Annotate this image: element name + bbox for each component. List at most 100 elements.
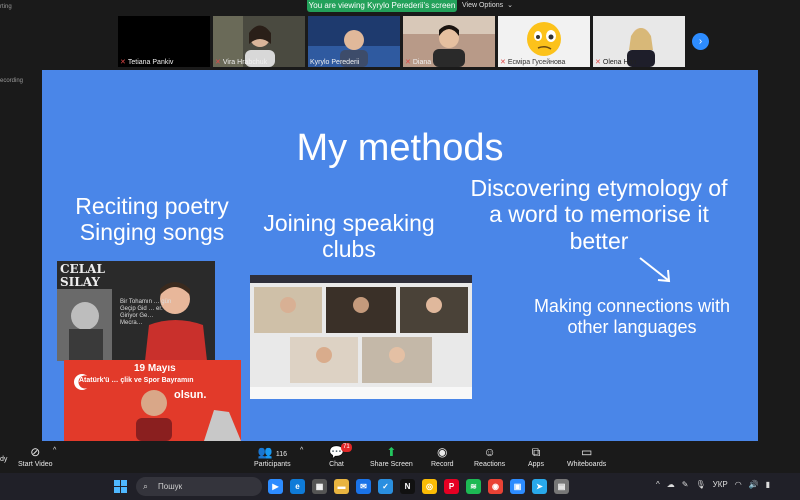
system-tray: ^ ☁ ✎ 🎙 УКР ◠ 🔊 ▮ — [656, 480, 770, 489]
method-speaking-clubs: Joining speaking clubs — [263, 210, 435, 263]
record-button[interactable]: ◉ Record — [431, 445, 454, 468]
holiday-tail: olsun. — [174, 389, 207, 401]
cloud-icon[interactable]: ☁ — [667, 480, 675, 489]
apps-button[interactable]: ⧉ Apps — [528, 445, 544, 468]
chevron-down-icon: ⌄ — [507, 2, 513, 9]
chat-label: Chat — [329, 461, 344, 468]
next-participants-button[interactable]: › — [692, 33, 709, 50]
pen-icon[interactable]: ✎ — [682, 480, 689, 489]
participants-icon: 👥 — [257, 445, 273, 459]
meeting-controls: dy ⊘ Start Video ^ 👥 116 Participants ^ … — [0, 441, 800, 473]
windows-start-icon[interactable] — [114, 480, 127, 493]
holiday-date: 19 Mayıs — [134, 363, 176, 374]
video-off-icon: ⊘ — [30, 445, 41, 459]
folder-app-icon[interactable]: ▬ — [334, 479, 349, 494]
pinterest-app-icon[interactable]: P — [444, 479, 459, 494]
participant-strip: ✕ Tetiana Pankiv ✕ Vira Hrabchuk Kyrylo Pe… — [118, 16, 685, 67]
mic-muted-icon: ✕ — [595, 59, 601, 66]
holiday-name: Atatürk'ü … çlik ve Spor Bayramın — [79, 377, 194, 384]
participants-label: Participants — [254, 461, 291, 468]
participant-tile[interactable]: ✕ Tetiana Pankiv — [118, 16, 210, 67]
edge-app-icon[interactable]: e — [290, 479, 305, 494]
taskbar-apps: ▶ e ▦ ▬ ✉ ✓ N ◎ P ≋ ◉ ▣ ➤ ▤ — [268, 479, 569, 494]
viewer-app-icon[interactable]: ▤ — [554, 479, 569, 494]
mic-muted-icon: ✕ — [500, 59, 506, 66]
chevron-right-icon: › — [698, 36, 703, 47]
zoom-window: You are viewing Kyrylo Perederii's scree… — [0, 0, 800, 500]
mic-muted-icon: ✕ — [120, 59, 126, 66]
shared-slide: My methods Reciting poetry Singing songs… — [42, 70, 758, 441]
participant-tile[interactable]: ✕ Olena Han — [593, 16, 685, 67]
participants-button[interactable]: 👥 116 Participants — [254, 445, 291, 468]
whiteboard-icon: ▭ — [580, 445, 593, 459]
battery-icon[interactable]: ▮ — [766, 480, 770, 489]
arrow-icon — [639, 257, 671, 283]
chevron-up-icon: ^ — [53, 447, 57, 454]
whiteboards-label: Whiteboards — [567, 461, 607, 468]
telegram-app-icon[interactable]: ➤ — [532, 479, 547, 494]
share-screen-icon: ⬆ — [386, 445, 397, 459]
slide-title: My methods — [296, 127, 504, 169]
zoom-meeting-app-icon[interactable]: ▣ — [510, 479, 525, 494]
zoom-app-icon[interactable]: ▶ — [268, 479, 283, 494]
chrome-app-icon[interactable]: ◎ — [422, 479, 437, 494]
speaker-icon[interactable]: 🔊 — [749, 480, 759, 489]
start-video-button[interactable]: ⊘ Start Video — [18, 445, 53, 468]
search-placeholder: Пошук — [158, 482, 183, 491]
participant-tile[interactable]: ✕ Diana — [403, 16, 495, 67]
method-etymology: Discovering etymology of a word to memor… — [470, 175, 728, 254]
participant-name: Tetiana Pankiv — [127, 58, 174, 66]
mic-muted-icon: ✕ — [405, 59, 411, 66]
apps-label: Apps — [528, 461, 544, 468]
method-poetry-songs: Reciting poetry Singing songs — [75, 193, 229, 246]
participants-options-chevron[interactable]: ^ — [300, 447, 303, 454]
participant-name: Vira Hrabchuk — [222, 58, 268, 66]
method-connections: Making connections with other languages — [533, 296, 731, 337]
chevron-up-icon: ^ — [300, 447, 304, 454]
netflix-app-icon[interactable]: N — [400, 479, 415, 494]
share-screen-button[interactable]: ⬆ Share Screen — [370, 445, 413, 468]
whiteboards-button[interactable]: ▭ Whiteboards — [567, 445, 606, 468]
reactions-button[interactable]: ☺ Reactions — [474, 445, 505, 468]
participant-name: Kyrylo Perederii — [310, 59, 360, 66]
search-icon: ⌕ — [143, 481, 149, 491]
poem-heading: CELAL SILAY — [60, 262, 105, 289]
todo-app-icon[interactable]: ✓ — [378, 479, 393, 494]
start-video-label: Start Video — [18, 461, 53, 468]
microphone-icon[interactable]: 🎙 — [695, 480, 705, 489]
participants-count: 116 — [275, 451, 288, 458]
song-photo: 19 Mayıs Atatürk'ü … çlik ve Spor Bayram… — [64, 360, 241, 441]
apps-icon: ⧉ — [531, 445, 541, 459]
participant-tile[interactable]: ✕ Есміра Гусейнова — [498, 16, 590, 67]
video-options-chevron[interactable]: ^ — [53, 447, 56, 454]
poem-excerpt: Bir Tohamın … gün Geçip Gid … er. Giriyo… — [120, 299, 172, 326]
chevron-up-icon[interactable]: ^ — [656, 480, 660, 489]
chat-unread-badge: 71 — [341, 443, 352, 452]
spotify-app-icon[interactable]: ≋ — [466, 479, 481, 494]
store-app-icon[interactable]: ▦ — [312, 479, 327, 494]
participant-tile[interactable]: Kyrylo Perederii — [308, 16, 400, 67]
language-indicator[interactable]: УКР — [713, 480, 728, 489]
view-options-label: View Options — [462, 2, 504, 9]
left-edge-label-1: rting — [0, 4, 12, 10]
record-icon: ◉ — [437, 445, 448, 459]
participant-name: Есміра Гусейнова — [507, 58, 566, 66]
chat-button[interactable]: 💬 71 Chat — [329, 443, 352, 468]
reactions-label: Reactions — [474, 461, 506, 468]
screen-share-banner: You are viewing Kyrylo Perederii's scree… — [307, 0, 457, 12]
left-edge-text: dy — [0, 456, 8, 463]
taskbar-search[interactable]: ⌕ Пошук — [136, 477, 262, 496]
view-options-button[interactable]: View Options ⌄ — [462, 0, 513, 12]
participant-name: Olena Han — [602, 58, 637, 66]
mail-app-icon[interactable]: ✉ — [356, 479, 371, 494]
mic-muted-icon: ✕ — [215, 59, 221, 66]
poetry-photo: CELAL SILAY Bir Tohamın … gün Geçip Gid … — [57, 261, 215, 361]
chrome-profile-app-icon[interactable]: ◉ — [488, 479, 503, 494]
participant-tile[interactable]: ✕ Vira Hrabchuk — [213, 16, 305, 67]
reactions-icon: ☺ — [483, 445, 496, 459]
speaking-club-screenshot — [250, 275, 472, 399]
participant-name: Diana — [412, 58, 432, 66]
share-screen-label: Share Screen — [370, 461, 413, 468]
wifi-icon[interactable]: ◠ — [735, 480, 742, 489]
record-label: Record — [431, 461, 454, 468]
